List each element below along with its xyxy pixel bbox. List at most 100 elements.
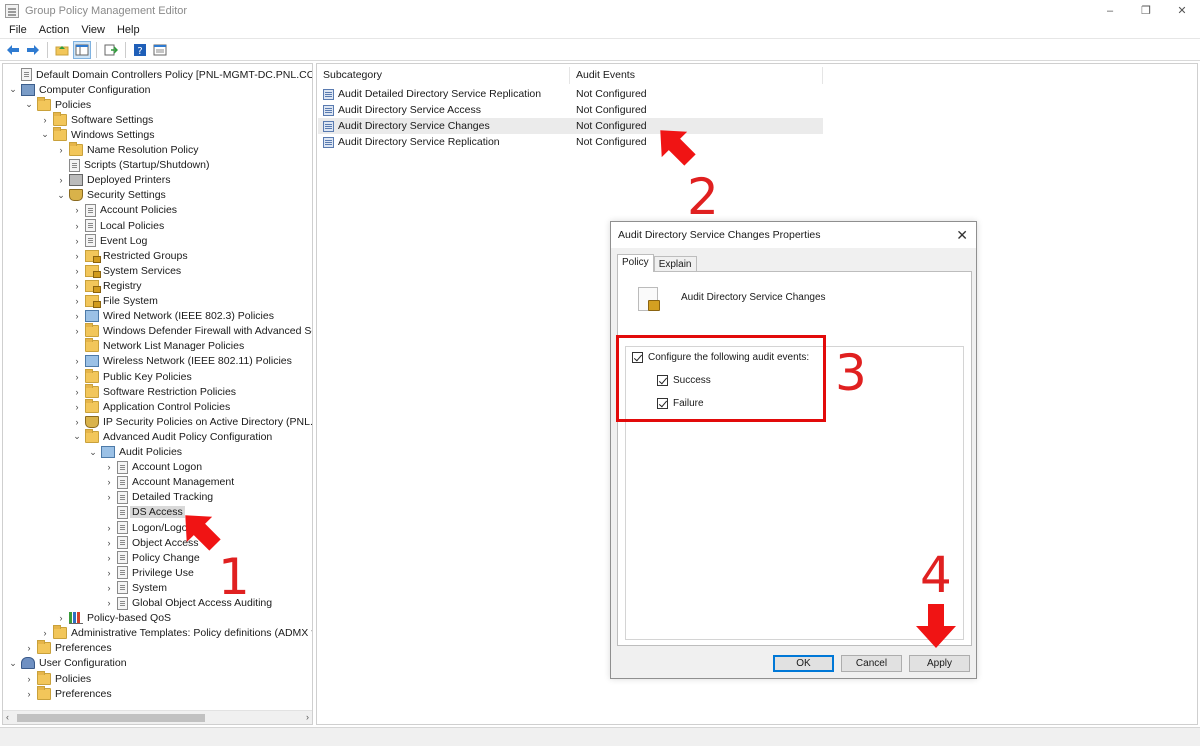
chevron-right-icon[interactable]: › [71, 386, 83, 398]
tree-item[interactable]: › Logon/Logoff [103, 520, 193, 535]
chevron-right-icon[interactable]: › [103, 537, 115, 549]
scroll-right-icon[interactable]: › [306, 712, 309, 722]
menu-help[interactable]: Help [111, 24, 146, 36]
tree-item[interactable]: › IP Security Policies on Active Director… [71, 414, 312, 429]
apply-button[interactable]: Apply [909, 655, 970, 672]
tree-item[interactable]: ⌄ Computer Configuration [7, 82, 150, 97]
tree-item[interactable]: ⌄ Windows Settings [39, 126, 154, 142]
chevron-right-icon[interactable]: › [103, 567, 115, 579]
console-tree[interactable]: Default Domain Controllers Policy [PNL-M… [2, 63, 313, 725]
tree-item[interactable]: › Preferences [23, 685, 112, 701]
minimize-button[interactable]: – [1092, 0, 1128, 21]
tree-item[interactable]: DS Access [103, 505, 185, 520]
tree-item[interactable]: ⌄ Advanced Audit Policy Configuration [71, 428, 272, 444]
chevron-down-icon[interactable]: ⌄ [55, 189, 67, 201]
chevron-right-icon[interactable]: › [71, 235, 83, 247]
tree-item[interactable]: › Administrative Templates: Policy defini… [39, 625, 312, 641]
tree-item[interactable]: Default Domain Controllers Policy [PNL-M… [7, 67, 312, 82]
tree-horizontal-scrollbar[interactable]: ‹ › [3, 710, 312, 724]
chevron-right-icon[interactable]: › [103, 491, 115, 503]
export-list-icon[interactable] [102, 41, 120, 59]
tree-item[interactable]: ⌄ Policies [23, 96, 91, 112]
tree-item[interactable]: › Registry [71, 278, 142, 293]
chevron-right-icon[interactable]: › [39, 114, 51, 126]
tree-item[interactable]: › Event Log [71, 233, 147, 248]
tree-item[interactable]: ⌄ Audit Policies [87, 445, 182, 460]
scrollbar-thumb[interactable] [17, 714, 205, 722]
tree-item[interactable]: › Local Policies [71, 218, 164, 233]
chevron-right-icon[interactable]: › [71, 204, 83, 216]
close-button[interactable]: ✕ [1164, 0, 1200, 21]
chevron-right-icon[interactable]: › [103, 552, 115, 564]
tree-item[interactable]: › Policy Change [103, 550, 200, 565]
tree-item[interactable]: Scripts (Startup/Shutdown) [55, 158, 209, 173]
restore-button[interactable]: ❐ [1128, 0, 1164, 21]
scroll-left-icon[interactable]: ‹ [6, 712, 9, 722]
dialog-close-icon[interactable]: ✕ [956, 227, 968, 244]
column-audit-events[interactable]: Audit Events [570, 67, 823, 84]
chevron-right-icon[interactable]: › [71, 280, 83, 292]
list-row[interactable]: Audit Directory Service Changes Not Confi… [318, 118, 823, 134]
properties-icon[interactable] [151, 41, 169, 59]
chevron-down-icon[interactable]: ⌄ [7, 84, 19, 96]
chevron-right-icon[interactable]: › [23, 673, 35, 685]
chevron-down-icon[interactable]: ⌄ [87, 446, 99, 458]
tree-item[interactable]: › Account Policies [71, 203, 177, 218]
chevron-right-icon[interactable]: › [55, 612, 67, 624]
chevron-right-icon[interactable]: › [103, 597, 115, 609]
tree-item[interactable]: › Wireless Network (IEEE 802.11) Policies [71, 354, 292, 369]
back-arrow-icon[interactable] [4, 41, 22, 59]
chevron-right-icon[interactable]: › [23, 688, 35, 700]
list-row[interactable]: Audit Directory Service Access Not Config… [318, 102, 823, 118]
tree-item[interactable]: › Windows Defender Firewall with Advanced… [71, 323, 312, 339]
chevron-right-icon[interactable]: › [71, 325, 83, 337]
tab-explain[interactable]: Explain [653, 256, 697, 272]
tree-item[interactable]: › Software Restriction Policies [71, 383, 236, 399]
up-folder-icon[interactable] [53, 41, 71, 59]
tree-item[interactable]: › Wired Network (IEEE 802.3) Policies [71, 309, 274, 324]
tree-item[interactable]: › Policies [23, 670, 91, 686]
chevron-right-icon[interactable]: › [71, 355, 83, 367]
forward-arrow-icon[interactable] [24, 41, 42, 59]
tree-item[interactable]: › File System [71, 294, 158, 309]
show-hide-tree-icon[interactable] [73, 40, 91, 59]
chevron-down-icon[interactable]: ⌄ [39, 129, 51, 141]
list-row[interactable]: Audit Detailed Directory Service Replica… [318, 86, 823, 102]
chevron-right-icon[interactable]: › [71, 416, 83, 428]
chevron-right-icon[interactable]: › [103, 476, 115, 488]
help-icon[interactable]: ? [131, 41, 149, 59]
ok-button[interactable]: OK [773, 655, 834, 672]
chevron-right-icon[interactable]: › [71, 295, 83, 307]
chevron-right-icon[interactable]: › [23, 642, 35, 654]
chevron-right-icon[interactable]: › [71, 371, 83, 383]
tree-item[interactable]: › Account Management [103, 475, 234, 490]
chevron-down-icon[interactable]: ⌄ [23, 99, 35, 111]
tree-item[interactable]: › Policy-based QoS [55, 611, 171, 626]
chevron-right-icon[interactable]: › [39, 627, 51, 639]
tree-item[interactable]: › System Services [71, 263, 181, 278]
chevron-right-icon[interactable]: › [71, 265, 83, 277]
menu-file[interactable]: File [0, 24, 33, 36]
tree-item[interactable]: › Preferences [23, 640, 112, 656]
tree-item[interactable]: › Deployed Printers [55, 173, 170, 188]
chevron-right-icon[interactable]: › [103, 582, 115, 594]
tree-item[interactable]: › Account Logon [103, 460, 202, 475]
chevron-right-icon[interactable]: › [55, 174, 67, 186]
tree-item[interactable]: › Software Settings [39, 111, 153, 127]
tree-item[interactable]: › Application Control Policies [71, 398, 230, 414]
tree-item[interactable]: ⌄ Security Settings [55, 188, 166, 203]
tab-policy[interactable]: Policy [617, 254, 654, 272]
column-subcategory[interactable]: Subcategory [317, 67, 570, 84]
tree-item[interactable]: › System [103, 580, 167, 595]
chevron-right-icon[interactable]: › [55, 144, 67, 156]
chevron-right-icon[interactable]: › [71, 250, 83, 262]
tree-item[interactable]: › Privilege Use [103, 565, 194, 580]
menu-action[interactable]: Action [33, 24, 76, 36]
chevron-right-icon[interactable]: › [71, 310, 83, 322]
tree-item[interactable]: ⌄ User Configuration [7, 656, 127, 671]
tree-item[interactable]: Network List Manager Policies [71, 338, 244, 354]
tree-item[interactable]: › Detailed Tracking [103, 490, 213, 505]
tree-item[interactable]: › Name Resolution Policy [55, 142, 198, 158]
tree-item[interactable]: › Object Access [103, 535, 199, 550]
list-row[interactable]: Audit Directory Service Replication Not C… [318, 134, 823, 150]
